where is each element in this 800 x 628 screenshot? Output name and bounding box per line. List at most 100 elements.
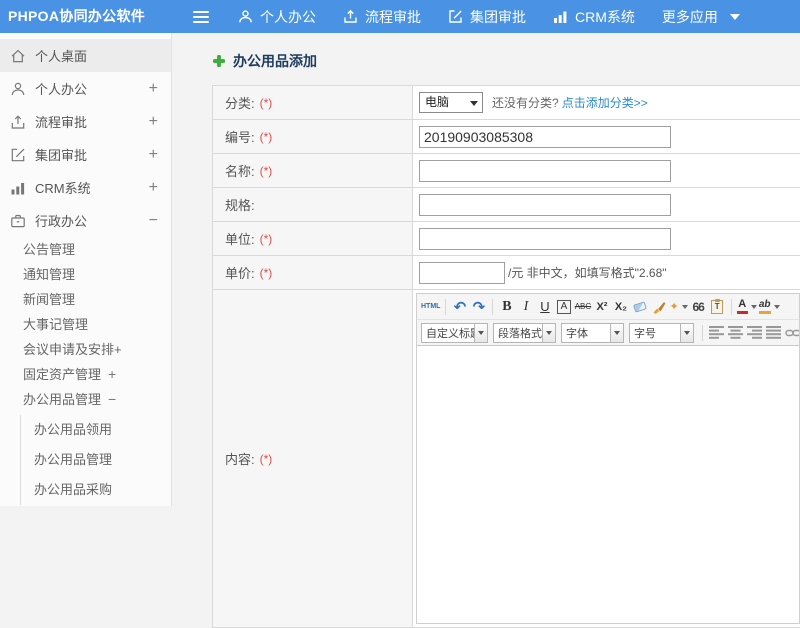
required-star: (*)	[259, 95, 273, 110]
sidebar-item-admin-office[interactable]: 行政办公 −	[0, 204, 171, 237]
required-star: (*)	[259, 129, 273, 144]
align-justify-button[interactable]	[765, 323, 782, 343]
main-content: 办公用品添加 分类: (*) 电脑 还没有分类? 点击添加分类>> 编号: (*…	[173, 33, 800, 628]
html-source-button[interactable]: HTML	[421, 297, 440, 317]
nav-label: 个人办公	[260, 8, 316, 25]
sidebar-item-meeting-request[interactable]: 会议申请及安排+	[0, 337, 171, 362]
caret-down-icon	[546, 330, 552, 335]
sidebar-item-group-approval[interactable]: 集团审批 +	[0, 138, 171, 171]
sidebar-item-label: CRM系统	[35, 181, 91, 196]
underline-button[interactable]: U	[536, 297, 553, 317]
nav-crm-system[interactable]: CRM系统	[553, 7, 635, 27]
align-right-icon	[746, 326, 762, 339]
toolbar-separator	[730, 298, 732, 315]
required-star: (*)	[259, 451, 273, 466]
no-category-hint: 还没有分类?	[492, 96, 559, 110]
bold-button[interactable]: B	[498, 297, 515, 317]
sidebar: 个人桌面 个人办公 + 流程审批 + 集团审批 + CRM系统 + 行政办公 −	[0, 33, 172, 506]
required-star: (*)	[259, 163, 273, 178]
bar-chart-icon	[11, 182, 25, 194]
expand-toggle[interactable]: +	[149, 138, 158, 171]
sidebar-item-label: 集团审批	[35, 148, 88, 163]
insert-link-button[interactable]	[784, 323, 799, 343]
caret-down-icon	[729, 13, 740, 20]
font-family-combo[interactable]: 字体	[561, 322, 624, 343]
sidebar-item-personal-desktop[interactable]: 个人桌面	[0, 39, 171, 72]
category-label: 分类: (*)	[213, 86, 413, 119]
category-select[interactable]: 电脑	[419, 92, 483, 113]
font-border-button[interactable]: A	[555, 297, 572, 317]
page-title-row: 办公用品添加	[213, 51, 317, 71]
sidebar-item-office-supplies-mgmt[interactable]: 办公用品管理 −	[0, 387, 171, 412]
blockquote-button[interactable]: 66	[690, 297, 707, 317]
sidebar-item-announcement-mgmt[interactable]: 公告管理	[0, 237, 171, 262]
paragraph-format-combo[interactable]: 段落格式	[493, 322, 556, 343]
sidebar-item-crm-system[interactable]: CRM系统 +	[0, 171, 171, 204]
sidebar-item-label: 办公用品领用	[34, 422, 113, 437]
align-center-button[interactable]	[727, 323, 744, 343]
expand-toggle[interactable]: +	[149, 171, 158, 204]
nav-workflow-approval[interactable]: 流程审批	[343, 7, 421, 27]
expand-toggle[interactable]: +	[149, 72, 158, 105]
expand-toggle[interactable]: +	[149, 105, 158, 138]
sidebar-item-personal-office[interactable]: 个人办公 +	[0, 72, 171, 105]
sidebar-item-supplies-receive[interactable]: 办公用品领用	[21, 415, 171, 445]
add-category-link[interactable]: 点击添加分类>>	[562, 94, 648, 111]
sidebar-item-fixed-assets-mgmt[interactable]: 固定资产管理 +	[0, 362, 171, 387]
undo-button[interactable]: ↶	[451, 297, 468, 317]
upload-icon	[11, 114, 25, 129]
unit-input[interactable]	[419, 227, 671, 250]
toolbar-separator	[702, 324, 703, 341]
app-logo: PHPOA协同办公软件	[8, 8, 146, 24]
font-size-combo[interactable]: 字号	[629, 322, 694, 343]
code-input[interactable]	[419, 125, 671, 148]
align-justify-icon	[765, 326, 781, 339]
superscript-button[interactable]: X²	[593, 297, 610, 317]
hamburger-menu-icon[interactable]	[193, 11, 209, 26]
nav-more-apps[interactable]: 更多应用	[662, 7, 740, 27]
highlight-color-button[interactable]: ab	[758, 297, 780, 317]
editor-content-area[interactable]	[417, 346, 799, 623]
sidebar-item-notice-mgmt[interactable]: 通知管理	[0, 262, 171, 287]
content-label: 内容: (*)	[213, 290, 413, 627]
name-input[interactable]	[419, 159, 671, 182]
select-caret-icon	[470, 101, 478, 106]
toolbar-separator	[445, 298, 447, 315]
home-icon	[11, 49, 25, 62]
custom-heading-combo[interactable]: 自定义标题	[421, 322, 488, 343]
align-right-button[interactable]	[746, 323, 763, 343]
sidebar-item-label: 会议申请及安排+	[23, 342, 122, 357]
strikethrough-button[interactable]: ABC	[574, 297, 591, 317]
user-icon	[11, 82, 25, 95]
price-input[interactable]	[419, 261, 505, 284]
spec-input[interactable]	[419, 193, 671, 216]
paste-text-button[interactable]: T	[709, 297, 726, 317]
sidebar-item-supplies-purchase[interactable]: 办公用品采购	[21, 475, 171, 505]
collapse-toggle[interactable]: −	[149, 204, 158, 237]
italic-button[interactable]: I	[517, 297, 534, 317]
align-left-button[interactable]	[708, 323, 725, 343]
add-plus-icon	[213, 55, 225, 67]
required-star: (*)	[259, 231, 273, 246]
align-center-icon	[727, 326, 743, 339]
nav-group-approval[interactable]: 集团审批	[448, 7, 526, 27]
sidebar-item-news-mgmt[interactable]: 新闻管理	[0, 287, 171, 312]
sidebar-item-events-mgmt[interactable]: 大事记管理	[0, 312, 171, 337]
sidebar-item-supplies-manage[interactable]: 办公用品管理	[21, 445, 171, 475]
auto-format-button[interactable]: ✦	[669, 297, 688, 317]
nav-label: 流程审批	[365, 8, 421, 25]
caret-down-icon	[614, 330, 620, 335]
briefcase-icon	[11, 214, 25, 227]
upload-icon	[344, 9, 357, 23]
office-supplies-submenu: 办公用品领用 办公用品管理 办公用品采购	[20, 415, 171, 505]
eraser-button[interactable]	[631, 297, 648, 317]
redo-button[interactable]: ↷	[470, 297, 487, 317]
expand-toggle[interactable]: +	[108, 366, 116, 382]
font-color-button[interactable]: A	[736, 297, 757, 317]
format-painter-button[interactable]	[650, 297, 667, 317]
sidebar-item-workflow-approval[interactable]: 流程审批 +	[0, 105, 171, 138]
subscript-button[interactable]: X₂	[612, 297, 629, 317]
nav-personal-office[interactable]: 个人办公	[238, 7, 316, 27]
bar-chart-icon	[554, 11, 567, 23]
collapse-toggle[interactable]: −	[108, 391, 116, 407]
